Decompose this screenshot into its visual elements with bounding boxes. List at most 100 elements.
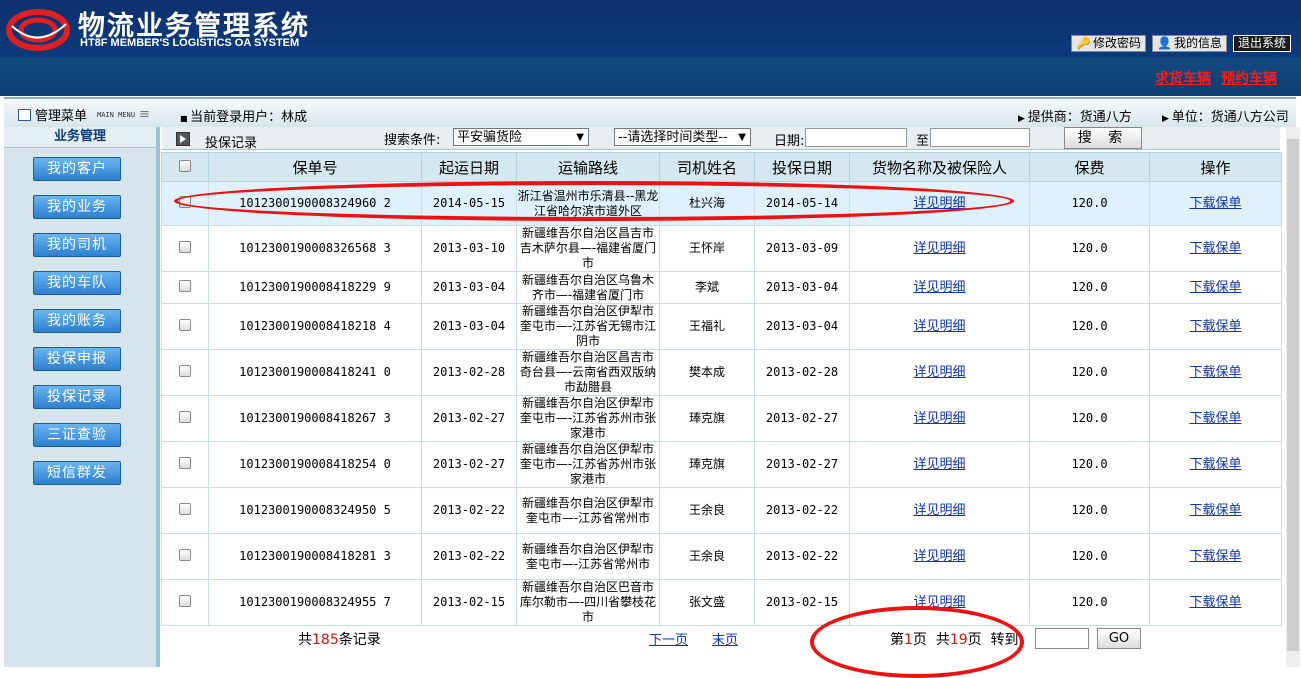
sidebar: 业务管理 我的客户 我的业务 我的司机 我的车队 我的账务 投保申报 投保记录 … [4,127,160,667]
sidebar-item-sms[interactable]: 短信群发 [33,461,121,485]
insure-date: 2013-03-09 [754,225,850,272]
sidebar-item-license-check[interactable]: 三证查验 [33,423,121,447]
table-row: 1012300190008418281 3 2013-02-22 新疆维吾尔自治区伊… [161,533,1282,580]
page-title: 投保记录 [205,136,258,151]
start-date: 2013-02-22 [421,533,517,580]
row-select[interactable] [161,303,209,350]
logout-button[interactable]: 退出系统 [1232,35,1291,52]
sidebar-item-business[interactable]: 我的业务 [33,195,121,219]
reserve-vehicle-link[interactable]: 预约车辆 [1221,68,1277,88]
download-link[interactable]: 下载保单 [1149,225,1282,272]
table-row: 1012300190008326568 3 2013-03-10 新疆维吾尔自治区昌… [161,225,1282,272]
detail-link[interactable]: 详见明细 [849,441,1030,488]
download-link[interactable]: 下载保单 [1149,303,1282,350]
header-links: 求货车辆 预约车辆 [1155,68,1277,88]
driver-name: 王怀岸 [659,225,755,272]
insure-date: 2013-02-22 [754,487,850,534]
table-row: 1012300190008418254 0 2013-02-27 新疆维吾尔自治区伊… [161,441,1282,488]
fee: 120.0 [1029,533,1150,580]
sidebar-item-accounts[interactable]: 我的账务 [33,309,121,333]
sidebar-item-insure-records[interactable]: 投保记录 [33,385,121,409]
checkbox[interactable] [179,160,191,172]
start-date-input[interactable] [805,128,907,147]
last-page-link[interactable]: 末页 [712,629,738,648]
driver-name: 琫克旗 [659,441,755,488]
table-header: 保单号 起运日期 运输路线 司机姓名 投保日期 货物名称及被保险人 保费 操作 [161,152,1282,182]
row-select[interactable] [161,271,209,304]
row-select[interactable] [161,533,209,580]
scrollbar-thumb[interactable] [1287,139,1299,651]
detail-link[interactable]: 详见明细 [849,271,1030,304]
download-link[interactable]: 下载保单 [1149,271,1282,304]
next-page-link[interactable]: 下一页 [649,629,688,648]
insure-date: 2013-02-22 [754,533,850,580]
app-header: 物流业务管理系统 HT8F MEMBER'S LOGISTICS OA SYST… [0,0,1301,96]
sidebar-item-fleet[interactable]: 我的车队 [33,271,121,295]
col-driver: 司机姓名 [659,152,755,182]
checkbox[interactable] [179,594,191,607]
table-row: 1012300190008324950 5 2013-02-22 新疆维吾尔自治区伊… [161,487,1282,534]
go-button[interactable]: GO [1097,628,1141,649]
detail-link[interactable]: 详见明细 [849,533,1030,580]
download-link[interactable]: 下载保单 [1149,395,1282,442]
driver-name: 王福礼 [659,303,755,350]
row-select[interactable] [161,441,209,488]
row-select[interactable] [161,349,209,396]
row-select[interactable] [161,225,209,272]
row-select[interactable] [161,579,209,626]
route: 新疆维吾尔自治区伊犁市奎屯市—-江苏省无锡市江阴市 [516,303,660,350]
insure-date: 2013-02-27 [754,395,850,442]
checkbox[interactable] [179,279,191,292]
detail-link[interactable]: 详见明细 [849,395,1030,442]
insure-date: 2013-02-28 [754,349,850,396]
menu-toggle-icon[interactable]: ≡ [139,107,150,122]
policy-number: 1012300190008418267 3 [208,395,422,442]
sidebar-item-insure-apply[interactable]: 投保申报 [33,347,121,371]
sidebar-item-drivers[interactable]: 我的司机 [33,233,121,257]
detail-link[interactable]: 详见明细 [849,349,1030,396]
download-link[interactable]: 下载保单 [1149,487,1282,534]
record-count: 共185条记录 [298,632,381,648]
fee: 120.0 [1029,271,1150,304]
select-all[interactable] [161,152,209,182]
sidebar-heading: 业务管理 [4,127,156,148]
driver-name: 樊本成 [659,349,755,396]
condition-select[interactable]: 平安骗货险 ▼ [453,128,589,146]
fee: 120.0 [1029,487,1150,534]
download-link[interactable]: 下载保单 [1149,533,1282,580]
change-password-button[interactable]: 🔑 修改密码 [1071,35,1147,52]
sidebar-item-customers[interactable]: 我的客户 [33,157,121,181]
row-select[interactable] [161,395,209,442]
checkbox[interactable] [179,456,191,469]
current-user: ■ 当前登录用户：林成 [180,110,308,125]
detail-link[interactable]: 详见明细 [849,225,1030,272]
time-type-select[interactable]: --请选择时间类型-- ▼ [614,128,751,146]
checkbox[interactable] [179,364,191,377]
chevron-down-icon: ▼ [576,132,584,143]
download-link[interactable]: 下载保单 [1149,349,1282,396]
policy-number: 1012300190008418218 4 [208,303,422,350]
download-link[interactable]: 下载保单 [1149,579,1282,626]
find-goods-link[interactable]: 求货车辆 [1155,68,1211,88]
route: 新疆维吾尔自治区伊犁市奎屯市—-江苏省常州市 [516,487,660,534]
checkbox[interactable] [179,548,191,561]
download-link[interactable]: 下载保单 [1149,181,1282,226]
row-select[interactable] [161,487,209,534]
my-info-button[interactable]: 👤 我的信息 [1152,35,1227,52]
goto-page-input[interactable] [1035,628,1089,649]
detail-link[interactable]: 详见明细 [849,487,1030,534]
checkbox[interactable] [179,502,191,515]
scrollbar[interactable] [1286,127,1300,667]
end-date-input[interactable] [930,128,1030,147]
start-date: 2013-02-22 [421,487,517,534]
policy-number: 1012300190008418229 9 [208,271,422,304]
checkbox[interactable] [179,240,191,253]
menu-title: 管理菜单 MAIN MENU ≡ [18,105,150,124]
fee: 120.0 [1029,395,1150,442]
driver-name: 王余良 [659,533,755,580]
detail-link[interactable]: 详见明细 [849,303,1030,350]
checkbox[interactable] [179,410,191,423]
search-button[interactable]: 搜 索 [1064,127,1142,149]
download-link[interactable]: 下载保单 [1149,441,1282,488]
checkbox[interactable] [179,318,191,331]
